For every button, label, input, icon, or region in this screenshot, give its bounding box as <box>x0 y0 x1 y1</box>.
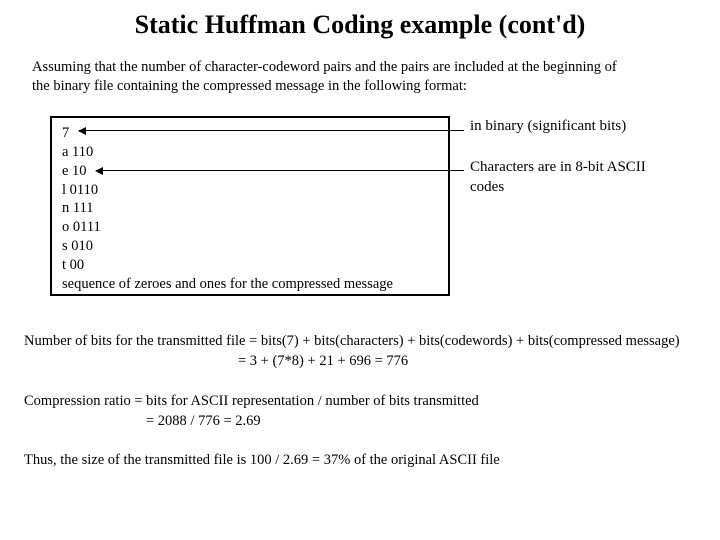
compression-ratio: Compression ratio = bits for ASCII repre… <box>24 392 704 431</box>
bits-calc-line-2: = 3 + (7*8) + 21 + 696 = 776 <box>24 352 704 372</box>
file-format-box: 7 a 110 e 10 l 0110 n 111 o 0111 s 010 t… <box>50 116 450 296</box>
ratio-line-1: Compression ratio = bits for ASCII repre… <box>24 392 704 412</box>
bits-calculation: Number of bits for the transmitted file … <box>24 332 704 371</box>
bits-calc-line-1: Number of bits for the transmitted file … <box>24 332 704 352</box>
codeword-row: e 10 <box>62 162 438 181</box>
codeword-row: n 111 <box>62 199 438 218</box>
codeword-row: t 00 <box>62 256 438 275</box>
intro-line-1: Assuming that the number of character-co… <box>32 59 617 75</box>
intro-line-2: the binary file containing the compresse… <box>32 78 467 94</box>
codeword-row: s 010 <box>62 237 438 256</box>
filebox-footer: sequence of zeroes and ones for the comp… <box>62 275 438 294</box>
intro-text: Assuming that the number of character-co… <box>32 58 692 96</box>
slide: Static Huffman Coding example (cont'd) A… <box>0 0 720 540</box>
arrow-to-count <box>79 130 464 131</box>
ratio-line-2: = 2088 / 776 = 2.69 <box>24 412 704 432</box>
pair-count: 7 <box>62 124 438 143</box>
codeword-row: l 0110 <box>62 181 438 200</box>
conclusion-text: Thus, the size of the transmitted file i… <box>24 452 704 469</box>
annotation-ascii-codes: Characters are in 8-bit ASCII codes <box>470 158 680 197</box>
codeword-row: o 0111 <box>62 218 438 237</box>
annotation-binary-bits: in binary (significant bits) <box>470 118 626 135</box>
codeword-row: a 110 <box>62 143 438 162</box>
slide-title: Static Huffman Coding example (cont'd) <box>0 10 720 40</box>
arrow-to-chars <box>96 170 464 171</box>
